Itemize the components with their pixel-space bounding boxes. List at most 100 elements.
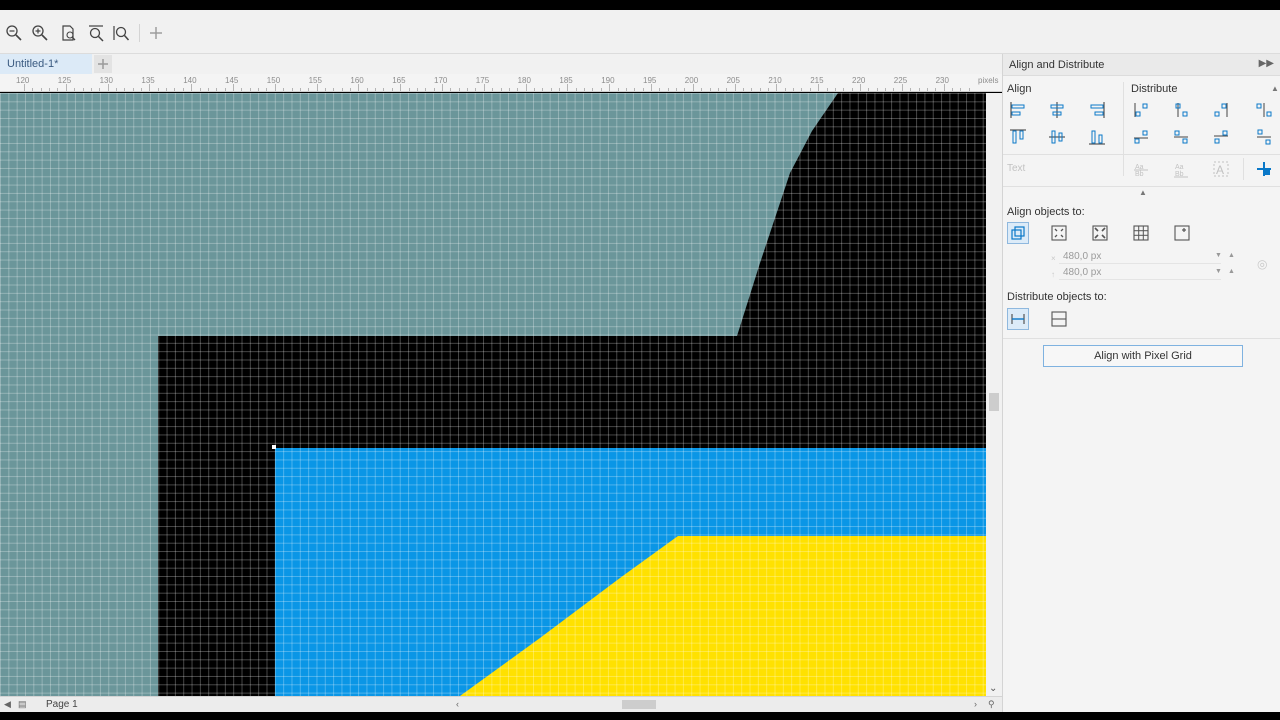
page-options-icon[interactable]: ▤: [18, 699, 27, 710]
ruler-tick: [492, 88, 494, 91]
chevron-down-icon[interactable]: ⌄: [989, 683, 997, 694]
align-top-icon[interactable]: [1007, 126, 1029, 148]
ruler-tick: [575, 88, 577, 91]
ruler-label: 185: [559, 76, 573, 85]
ruler-label: 190: [601, 76, 615, 85]
ruler-tick: [951, 88, 953, 91]
collapse-panel-icon[interactable]: ▶▶: [1259, 58, 1274, 69]
text-last-line-baseline-icon[interactable]: Aa Bb: [1170, 158, 1192, 180]
vertical-scroll-thumb[interactable]: [989, 393, 999, 411]
ruler-tick: [717, 88, 719, 91]
ruler-tick: [49, 88, 51, 91]
ruler-tick: [57, 88, 59, 91]
tab-untitled-1[interactable]: Untitled-1*: [0, 54, 92, 74]
y-spin-up-icon[interactable]: ▲: [1228, 268, 1235, 275]
x-spin-down-icon[interactable]: ▼: [1215, 252, 1222, 259]
align-right-icon[interactable]: [1086, 99, 1108, 121]
distribute-left-icon[interactable]: [1130, 99, 1152, 121]
distribute-spacing-horizontal-icon[interactable]: [1253, 99, 1275, 121]
align-to-page-edge-icon[interactable]: [1048, 222, 1070, 244]
ruler-tick: [191, 84, 193, 91]
zoom-in-icon[interactable]: [29, 22, 51, 44]
drawing-canvas[interactable]: [0, 93, 986, 696]
zoom-to-selected-icon[interactable]: [110, 22, 132, 44]
scroll-left-icon[interactable]: ‹: [456, 699, 459, 709]
align-horizontal-center-icon[interactable]: [1046, 99, 1068, 121]
ruler-tick: [500, 88, 502, 91]
ruler-tick: [224, 88, 226, 91]
ruler-tick: [617, 88, 619, 91]
distribute-top-icon[interactable]: [1130, 126, 1152, 148]
first-page-icon[interactable]: ◀: [4, 699, 11, 710]
ruler-label: 180: [517, 76, 531, 85]
window-bottom-edge: [0, 712, 1280, 720]
distribute-right-icon[interactable]: [1210, 99, 1232, 121]
align-left-icon[interactable]: [1007, 99, 1029, 121]
ruler-tick: [274, 84, 276, 91]
selection-node-handle[interactable]: [272, 445, 276, 449]
ruler-tick: [107, 84, 109, 91]
text-bounding-box-icon[interactable]: A: [1210, 158, 1232, 180]
horizontal-ruler[interactable]: pixels 120 125 130 135 140 145 150 155 160 165 170…: [0, 74, 1002, 92]
align-with-pixel-grid-button[interactable]: Align with Pixel Grid: [1043, 345, 1243, 367]
chevron-up-icon[interactable]: ▲: [1139, 188, 1147, 197]
ruler-tick: [843, 88, 845, 91]
align-to-active-objects-icon[interactable]: [1007, 222, 1029, 244]
vertical-scrollbar[interactable]: ⌄: [986, 93, 1002, 696]
ruler-tick: [233, 84, 234, 91]
text-first-line-baseline-icon[interactable]: Aa Bb: [1130, 158, 1152, 180]
ruler-unit: pixels: [978, 76, 999, 85]
svg-text:Bb: Bb: [1135, 171, 1144, 178]
ruler-label: 170: [434, 76, 448, 85]
new-tab-button[interactable]: [94, 55, 112, 73]
chevron-up-icon[interactable]: ▲: [1271, 84, 1279, 93]
ruler-tick: [249, 88, 251, 91]
window-top-edge: [0, 0, 1280, 10]
distribute-center-icon[interactable]: [1170, 99, 1192, 121]
ruler-label: 215: [810, 76, 824, 85]
zoom-to-page-icon[interactable]: [58, 22, 80, 44]
zoom-navigator-icon[interactable]: ⚲: [988, 699, 995, 710]
align-objects-to-label: Align objects to:: [1007, 206, 1085, 218]
y-coordinate-field[interactable]: 480,0 px: [1059, 266, 1221, 280]
ruler-tick: [65, 84, 67, 91]
align-to-grid-icon[interactable]: [1130, 222, 1152, 244]
add-align-icon[interactable]: [1253, 158, 1275, 180]
distribute-middle-icon[interactable]: [1170, 126, 1192, 148]
align-bottom-icon[interactable]: [1086, 126, 1108, 148]
x-coordinate-field[interactable]: 480,0 px: [1059, 250, 1221, 264]
ruler-tick: [450, 88, 452, 91]
ruler-tick: [316, 84, 318, 91]
align-vertical-center-icon[interactable]: [1046, 126, 1068, 148]
ruler-tick: [876, 88, 878, 91]
ruler-tick: [433, 88, 435, 91]
ruler-tick: [132, 88, 134, 91]
ruler-tick: [559, 88, 561, 91]
ruler-tick: [918, 88, 920, 91]
zoom-to-width-icon[interactable]: [85, 22, 107, 44]
ruler-label: 175: [475, 76, 490, 85]
ruler-tick: [776, 84, 778, 91]
horizontal-scroll-thumb[interactable]: [622, 700, 656, 709]
ruler-tick: [508, 88, 510, 91]
text-section-label: Text: [1007, 163, 1026, 174]
ruler-tick: [818, 84, 820, 91]
target-point-icon[interactable]: ◎: [1257, 257, 1267, 271]
distribute-to-page-icon[interactable]: [1048, 308, 1070, 330]
align-to-page-center-icon[interactable]: [1089, 222, 1111, 244]
ruler-tick: [82, 88, 84, 91]
align-to-specified-point-icon[interactable]: [1171, 222, 1193, 244]
distribute-spacing-vertical-icon[interactable]: [1253, 126, 1275, 148]
ruler-tick: [851, 88, 853, 91]
zoom-out-icon[interactable]: [3, 22, 25, 44]
ruler-tick: [651, 84, 652, 91]
add-icon[interactable]: [145, 22, 167, 44]
ruler-tick: [333, 88, 335, 91]
distribute-to-selection-icon[interactable]: [1007, 308, 1029, 330]
y-spin-down-icon[interactable]: ▼: [1215, 268, 1222, 275]
distribute-bottom-icon[interactable]: [1210, 126, 1232, 148]
page-tab[interactable]: Page 1: [46, 699, 78, 710]
ruler-label: 150: [266, 76, 281, 85]
x-spin-up-icon[interactable]: ▲: [1228, 252, 1235, 259]
scroll-right-icon[interactable]: ›: [974, 699, 977, 709]
